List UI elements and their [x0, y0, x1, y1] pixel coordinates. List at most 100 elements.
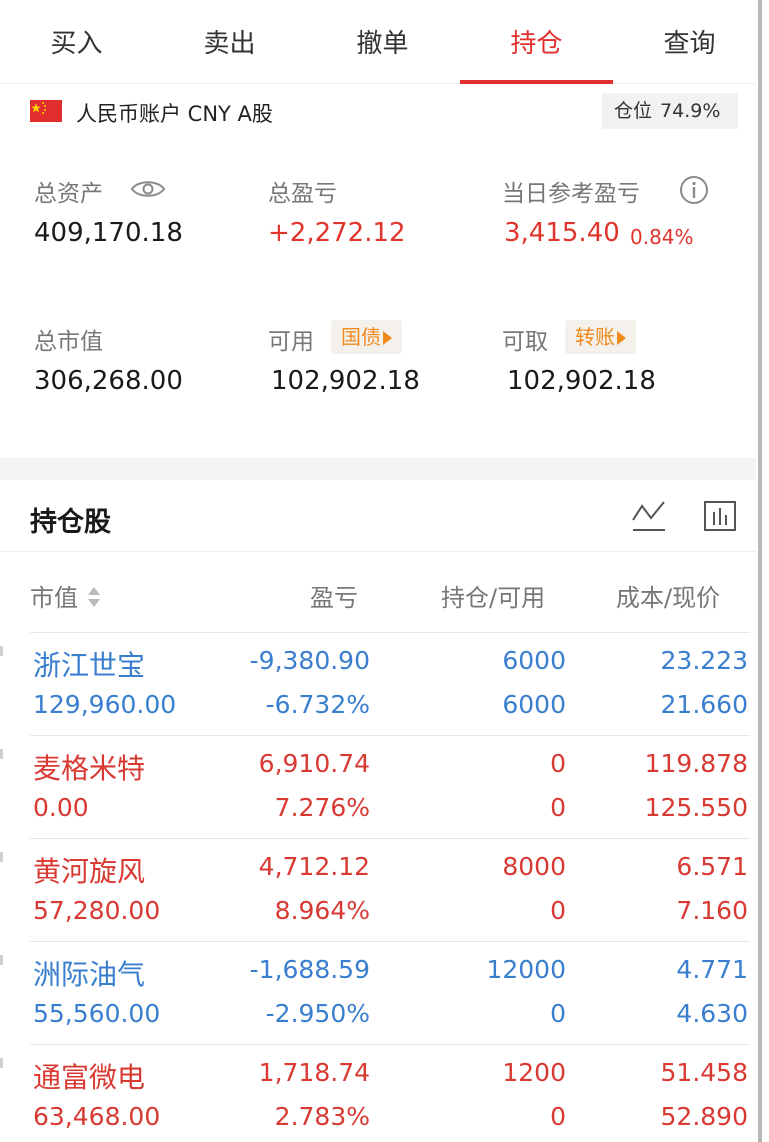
holding-row[interactable]: 洲际油气 55,560.00 -1,688.59 -2.950% 12000 0 4.771… — [0, 941, 756, 1043]
total-assets-label: 总资产 — [34, 181, 103, 207]
play-arrow-icon — [617, 331, 626, 345]
stock-cost: 23.223 — [660, 646, 748, 675]
row-divider — [30, 941, 750, 942]
tab-sell[interactable]: 卖出 — [153, 0, 306, 84]
tab-query[interactable]: 查询 — [613, 0, 766, 84]
stock-price: 21.660 — [660, 690, 748, 719]
stock-name[interactable]: 麦格米特 — [33, 747, 145, 787]
column-pl[interactable]: 盈亏 — [310, 578, 358, 613]
stock-cost: 51.458 — [660, 1058, 748, 1087]
stock-cost: 4.771 — [676, 955, 748, 984]
stock-available: 0 — [550, 999, 566, 1028]
available-label: 可用 — [268, 329, 314, 355]
position-ratio-badge: 仓位 74.9% — [602, 93, 738, 129]
holding-row[interactable]: 浙江世宝 129,960.00 -9,380.90 -6.732% 6000 6000 23… — [0, 632, 756, 734]
total-pl-label: 总盈亏 — [268, 181, 337, 207]
stock-position: 1200 — [502, 1058, 566, 1087]
stock-pl-percent: -6.732% — [265, 690, 370, 719]
stock-available: 0 — [550, 896, 566, 925]
stock-name[interactable]: 洲际油气 — [33, 953, 145, 993]
row-marker — [0, 646, 3, 656]
total-pl-value: +2,272.12 — [268, 218, 406, 248]
bar-chart-icon[interactable] — [702, 498, 738, 534]
stock-market-value: 57,280.00 — [33, 896, 161, 925]
trade-tab-bar: 买入 卖出 撤单 持仓 查询 — [0, 0, 756, 84]
stock-pl: 1,718.74 — [258, 1058, 370, 1087]
holdings-title: 持仓股 — [30, 507, 111, 538]
eye-icon[interactable] — [130, 176, 166, 202]
stock-position: 0 — [550, 749, 566, 778]
stock-name[interactable]: 黄河旋风 — [33, 850, 145, 890]
holding-row[interactable]: 麦格米特 0.00 6,910.74 7.276% 0 0 119.878 125.550 — [0, 735, 756, 837]
withdrawable-label: 可取 — [502, 329, 548, 355]
daily-pl-percent: 0.84% — [630, 225, 694, 249]
stock-cost: 119.878 — [644, 749, 748, 778]
china-flag-icon — [30, 100, 62, 122]
transfer-button-label: 转账 — [575, 325, 615, 349]
stock-pl: 6,910.74 — [258, 749, 370, 778]
stock-available: 0 — [550, 793, 566, 822]
holding-row[interactable]: 黄河旋风 57,280.00 4,712.12 8.964% 8000 0 6.571 7.1… — [0, 838, 756, 940]
daily-pl-value: 3,415.40 — [504, 218, 620, 248]
bond-button-label: 国债 — [341, 325, 381, 349]
row-marker — [0, 1058, 3, 1068]
transfer-button[interactable]: 转账 — [565, 320, 636, 354]
stock-price: 7.160 — [676, 896, 748, 925]
position-label: 仓位 — [614, 100, 653, 122]
stock-market-value: 0.00 — [33, 793, 89, 822]
stock-available: 6000 — [502, 690, 566, 719]
stock-price: 52.890 — [660, 1102, 748, 1131]
stock-position: 6000 — [502, 646, 566, 675]
stock-pl-percent: 7.276% — [274, 793, 370, 822]
stock-market-value: 63,468.00 — [33, 1102, 161, 1131]
info-icon[interactable] — [678, 174, 710, 206]
row-divider — [30, 735, 750, 736]
holding-row[interactable]: 通富微电 63,468.00 1,718.74 2.783% 1200 0 51.458 52… — [0, 1044, 756, 1142]
scrollbar-thumb[interactable] — [758, 0, 762, 1142]
stock-cost: 6.571 — [676, 852, 748, 881]
tab-cancel-order[interactable]: 撤单 — [306, 0, 459, 84]
stock-price: 4.630 — [676, 999, 748, 1028]
scrollbar[interactable] — [756, 0, 769, 1142]
row-divider — [30, 632, 750, 633]
stock-pl: 4,712.12 — [258, 852, 370, 881]
available-value: 102,902.18 — [271, 366, 420, 396]
column-market-value[interactable]: 市值 — [30, 578, 102, 613]
total-assets-value: 409,170.18 — [34, 218, 183, 248]
row-divider — [30, 838, 750, 839]
line-chart-icon[interactable] — [630, 498, 668, 534]
row-divider — [30, 1044, 750, 1045]
withdrawable-value: 102,902.18 — [507, 366, 656, 396]
stock-market-value: 55,560.00 — [33, 999, 161, 1028]
account-label[interactable]: 人民币账户 CNY A股 — [76, 98, 273, 128]
stock-position: 8000 — [502, 852, 566, 881]
account-bar: 人民币账户 CNY A股 仓位 74.9% — [0, 84, 756, 142]
column-cost-price[interactable]: 成本/现价 — [616, 578, 720, 613]
market-value-label: 总市值 — [34, 329, 103, 355]
stock-market-value: 129,960.00 — [33, 690, 177, 719]
stock-pl: -1,688.59 — [249, 955, 370, 984]
row-marker — [0, 852, 3, 862]
bond-button[interactable]: 国债 — [331, 320, 402, 354]
stock-pl-percent: 2.783% — [274, 1102, 370, 1131]
sort-icon — [87, 587, 100, 607]
holdings-title-divider — [0, 551, 756, 552]
tab-holdings[interactable]: 持仓 — [460, 0, 613, 84]
stock-available: 0 — [550, 1102, 566, 1131]
play-arrow-icon — [383, 331, 392, 345]
column-position[interactable]: 持仓/可用 — [441, 578, 545, 613]
daily-pl-label: 当日参考盈亏 — [502, 181, 640, 207]
tab-buy[interactable]: 买入 — [0, 0, 153, 84]
stock-price: 125.550 — [644, 793, 748, 822]
section-divider — [0, 458, 756, 480]
stock-name[interactable]: 通富微电 — [33, 1056, 145, 1096]
stock-position: 12000 — [486, 955, 566, 984]
stock-pl-percent: 8.964% — [274, 896, 370, 925]
market-value-value: 306,268.00 — [34, 366, 183, 396]
column-market-value-label: 市值 — [30, 584, 78, 612]
row-marker — [0, 749, 3, 759]
stock-pl: -9,380.90 — [249, 646, 370, 675]
stock-name[interactable]: 浙江世宝 — [33, 644, 145, 684]
stock-pl-percent: -2.950% — [265, 999, 370, 1028]
position-value: 74.9% — [660, 100, 721, 122]
